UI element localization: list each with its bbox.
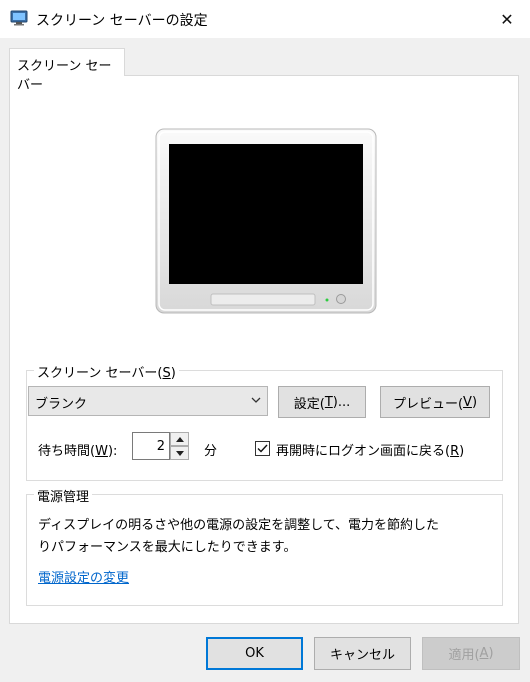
wait-time-up-button[interactable] bbox=[170, 432, 189, 446]
screensaver-select-value: ブランク bbox=[35, 397, 88, 412]
power-description-line: りパフォーマンスを最大にしたりできます。 bbox=[38, 540, 297, 555]
wait-time-label: 待ち時間(W): bbox=[38, 444, 118, 459]
apply-button[interactable]: 適用(A) bbox=[422, 637, 520, 670]
change-power-settings-link[interactable]: 電源設定の変更 bbox=[38, 567, 129, 586]
cancel-button[interactable]: キャンセル bbox=[314, 637, 411, 670]
resume-logon-checkbox[interactable] bbox=[255, 441, 270, 456]
monitor-preview-image bbox=[155, 128, 377, 314]
window-title: スクリーン セーバーの設定 bbox=[36, 13, 208, 29]
spin-down-icon bbox=[175, 450, 184, 456]
close-icon: ✕ bbox=[500, 9, 514, 29]
resume-logon-label[interactable]: 再開時にログオン画面に戻る(R) bbox=[276, 440, 464, 459]
spin-up-icon bbox=[175, 436, 184, 442]
preview-button[interactable]: プレビュー(V) bbox=[380, 386, 490, 418]
wait-time-input[interactable]: 2 bbox=[132, 432, 170, 460]
wait-time-unit: 分 bbox=[204, 444, 218, 459]
power-description: ディスプレイの明るさや他の電源の設定を調整して、電力を節約した りパフォーマンス… bbox=[38, 515, 478, 559]
ok-button[interactable]: OK bbox=[206, 637, 303, 670]
title-bar: スクリーン セーバーの設定 ✕ bbox=[0, 0, 530, 38]
power-description-line: ディスプレイの明るさや他の電源の設定を調整して、電力を節約した bbox=[38, 518, 440, 533]
tab-screensaver[interactable]: スクリーン セーバー bbox=[9, 48, 125, 93]
display-settings-icon bbox=[10, 10, 28, 26]
power-group-label: 電源管理 bbox=[34, 486, 93, 505]
screensaver-group-label: スクリーン セーバー(S) bbox=[34, 362, 179, 381]
chevron-down-icon bbox=[251, 397, 261, 403]
close-button[interactable]: ✕ bbox=[484, 0, 530, 38]
settings-button[interactable]: 設定(T)... bbox=[278, 386, 366, 418]
wait-time-down-button[interactable] bbox=[170, 446, 189, 460]
checkmark-icon bbox=[257, 444, 268, 453]
screensaver-select[interactable]: ブランク bbox=[28, 386, 268, 416]
